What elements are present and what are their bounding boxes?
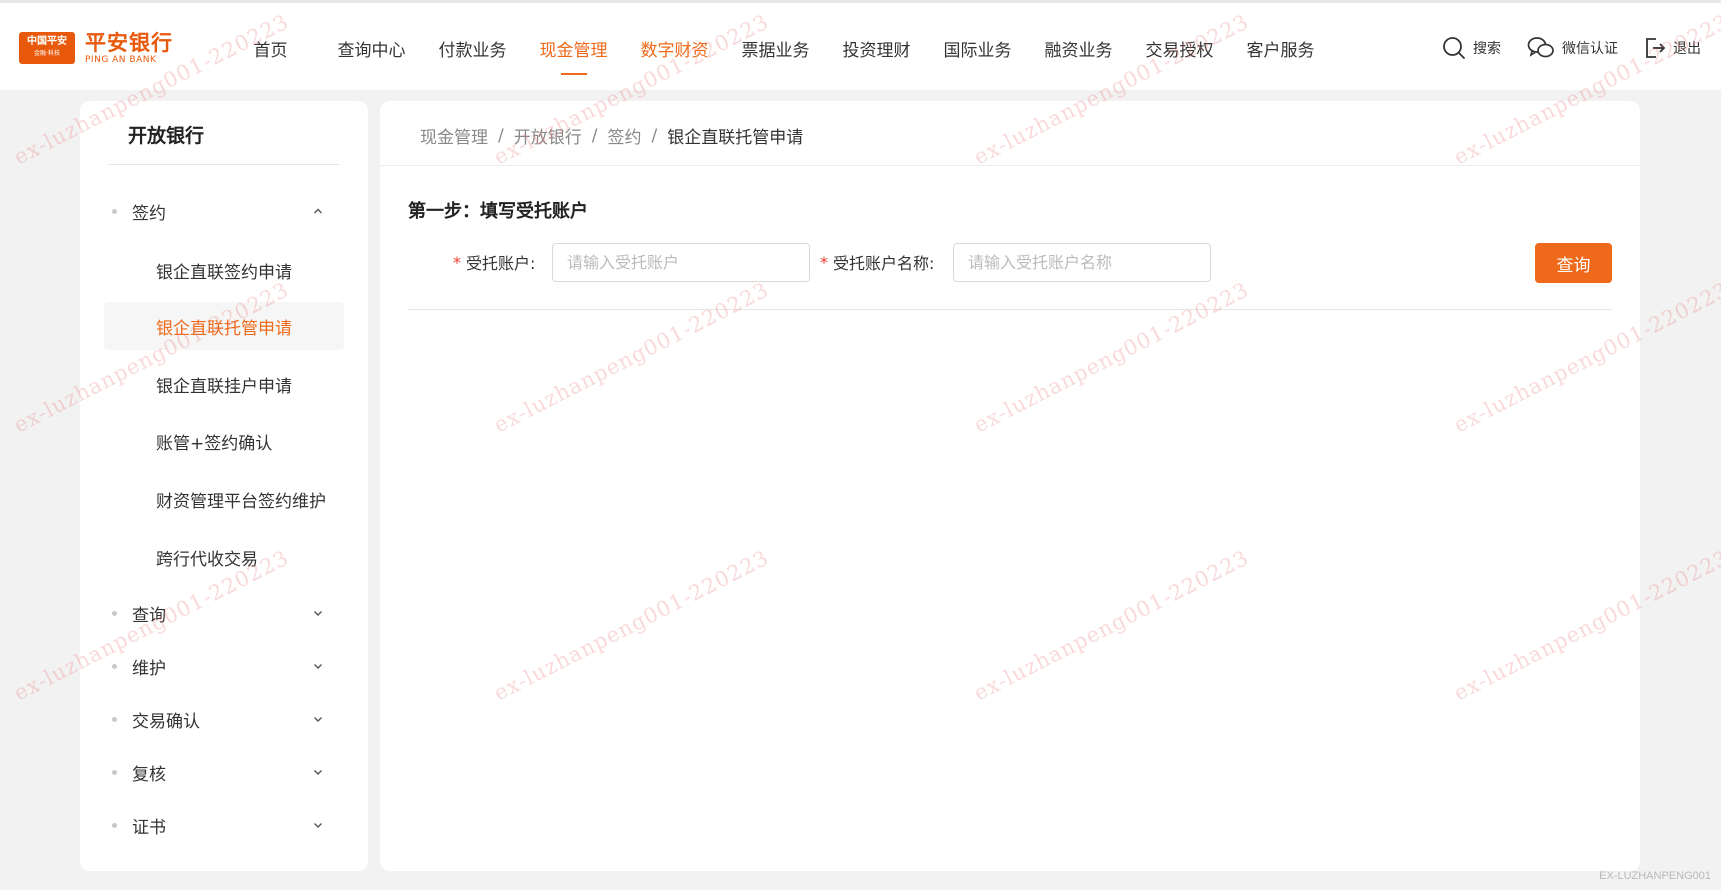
sidebar-divider — [108, 164, 339, 165]
required-mark: * — [453, 252, 461, 272]
sidebar-group-maintenance[interactable]: 维护 — [80, 651, 368, 681]
account-field-label: * 受托账户: — [453, 242, 535, 282]
form-divider — [408, 309, 1612, 310]
step-title: 第一步：填写受托账户 — [408, 201, 588, 222]
header-tools: 搜索 微信认证 退出 — [1442, 3, 1701, 93]
chevron-down-icon — [313, 820, 323, 830]
wechat-icon — [1527, 37, 1554, 58]
sidebar-item-account-signing-confirm[interactable]: 账管+签约确认 — [104, 417, 344, 465]
nav-item-international[interactable]: 国际业务 — [927, 36, 1028, 61]
query-form: * 受托账户: * 受托账户名称: 查询 — [380, 242, 1640, 283]
logout-label: 退出 — [1673, 41, 1701, 57]
nav-item-financing[interactable]: 融资业务 — [1028, 36, 1129, 61]
logo-name-en: PING AN BANK — [85, 55, 157, 65]
nav-item-payment[interactable]: 付款业务 — [422, 36, 523, 61]
sidebar-item-direct-custody[interactable]: 银企直联托管申请 — [104, 302, 344, 350]
breadcrumb-item-open-banking[interactable]: 开放银行 — [514, 123, 582, 148]
breadcrumb-divider — [380, 165, 1640, 166]
sidebar-group-query[interactable]: 查询 — [80, 598, 368, 628]
top-navigation-bar: 中国平安 金融·科技 平安银行 PING AN BANK 首页 查询中心 付款业… — [0, 0, 1721, 90]
logo-name-cn: 平安银行 — [85, 31, 173, 55]
bullet-dot — [112, 663, 117, 669]
account-name-field-label: * 受托账户名称: — [820, 242, 934, 282]
breadcrumb-separator: / — [651, 125, 658, 146]
search-icon — [1443, 37, 1465, 59]
chevron-down-icon — [313, 714, 323, 724]
account-name-label-text: 受托账户名称: — [833, 254, 935, 273]
sidebar-item-direct-signing[interactable]: 银企直联签约申请 — [104, 246, 344, 294]
sidebar-group-label: 维护 — [132, 658, 166, 679]
breadcrumb: 现金管理 / 开放银行 / 签约 / 银企直联托管申请 — [420, 123, 804, 149]
nav-item-query-center[interactable]: 查询中心 — [321, 36, 422, 61]
bullet-dot — [112, 208, 117, 214]
chevron-down-icon — [313, 661, 323, 671]
main-panel: 现金管理 / 开放银行 / 签约 / 银企直联托管申请 第一步：填写受托账户 *… — [380, 101, 1640, 871]
logout-icon — [1646, 38, 1666, 58]
nav-item-customer-service[interactable]: 客户服务 — [1230, 36, 1331, 61]
logo-badge-sub: 金融·科技 — [34, 50, 60, 57]
sidebar: 开放银行 签约 银企直联签约申请 银企直联托管申请 银企直联挂户申请 账管+签约… — [80, 101, 368, 871]
sidebar-group-signing[interactable]: 签约 — [80, 196, 368, 226]
nav-item-home[interactable]: 首页 — [220, 36, 321, 61]
nav-item-cash-management[interactable]: 现金管理 — [523, 36, 624, 61]
logout-button[interactable]: 退出 — [1644, 36, 1701, 60]
nav-item-transaction-auth[interactable]: 交易授权 — [1129, 36, 1230, 61]
nav-item-digital-treasury[interactable]: 数字财资 — [624, 36, 725, 61]
bullet-dot — [112, 769, 117, 775]
breadcrumb-item-signing[interactable]: 签约 — [607, 123, 641, 148]
sidebar-group-label: 查询 — [132, 605, 166, 626]
wechat-auth-button[interactable]: 微信认证 — [1527, 36, 1618, 60]
ping-an-bank-logo[interactable]: 中国平安 金融·科技 平安银行 PING AN BANK — [19, 31, 173, 65]
chevron-down-icon — [313, 608, 323, 618]
bullet-dot — [112, 716, 117, 722]
bullet-dot — [112, 610, 117, 616]
trustee-account-name-input[interactable] — [953, 243, 1211, 282]
main-nav: 首页 查询中心 付款业务 现金管理 数字财资 票据业务 投资理财 国际业务 融资… — [220, 3, 1331, 93]
bullet-dot — [112, 822, 117, 828]
search-button[interactable]: 搜索 — [1442, 36, 1501, 60]
required-mark: * — [820, 252, 828, 272]
logo-text: 平安银行 PING AN BANK — [85, 31, 173, 65]
sidebar-item-treasury-platform-maintenance[interactable]: 财资管理平台签约维护 — [104, 475, 344, 523]
breadcrumb-separator: / — [498, 125, 504, 146]
sidebar-group-certificate[interactable]: 证书 — [80, 810, 368, 840]
sidebar-group-transaction-confirm[interactable]: 交易确认 — [80, 704, 368, 734]
search-label: 搜索 — [1473, 41, 1501, 57]
sidebar-group-label: 复核 — [132, 764, 166, 785]
wechat-auth-label: 微信认证 — [1562, 41, 1618, 57]
nav-item-bills[interactable]: 票据业务 — [725, 36, 826, 61]
breadcrumb-separator: / — [591, 125, 598, 146]
sidebar-group-label: 交易确认 — [132, 711, 200, 732]
query-button[interactable]: 查询 — [1535, 243, 1612, 283]
account-label-text: 受托账户: — [466, 254, 536, 273]
chevron-down-icon — [313, 767, 323, 777]
breadcrumb-item-cash-management[interactable]: 现金管理 — [420, 123, 488, 148]
chevron-up-icon — [313, 206, 323, 216]
user-watermark-footer: EX-LUZHANPENG001 — [1599, 870, 1711, 882]
sidebar-item-direct-account-link[interactable]: 银企直联挂户申请 — [104, 360, 344, 408]
logo-badge-text: 中国平安 — [27, 36, 67, 47]
logo-badge: 中国平安 金融·科技 — [19, 32, 75, 64]
sidebar-group-review[interactable]: 复核 — [80, 757, 368, 787]
trustee-account-input[interactable] — [552, 243, 810, 282]
sidebar-group-label: 签约 — [132, 203, 166, 224]
sidebar-item-interbank-collection[interactable]: 跨行代收交易 — [104, 533, 344, 581]
sidebar-group-label: 证书 — [132, 817, 166, 838]
breadcrumb-current: 银企直联托管申请 — [667, 128, 804, 148]
nav-item-investment[interactable]: 投资理财 — [826, 36, 927, 61]
sidebar-title: 开放银行 — [128, 125, 205, 147]
